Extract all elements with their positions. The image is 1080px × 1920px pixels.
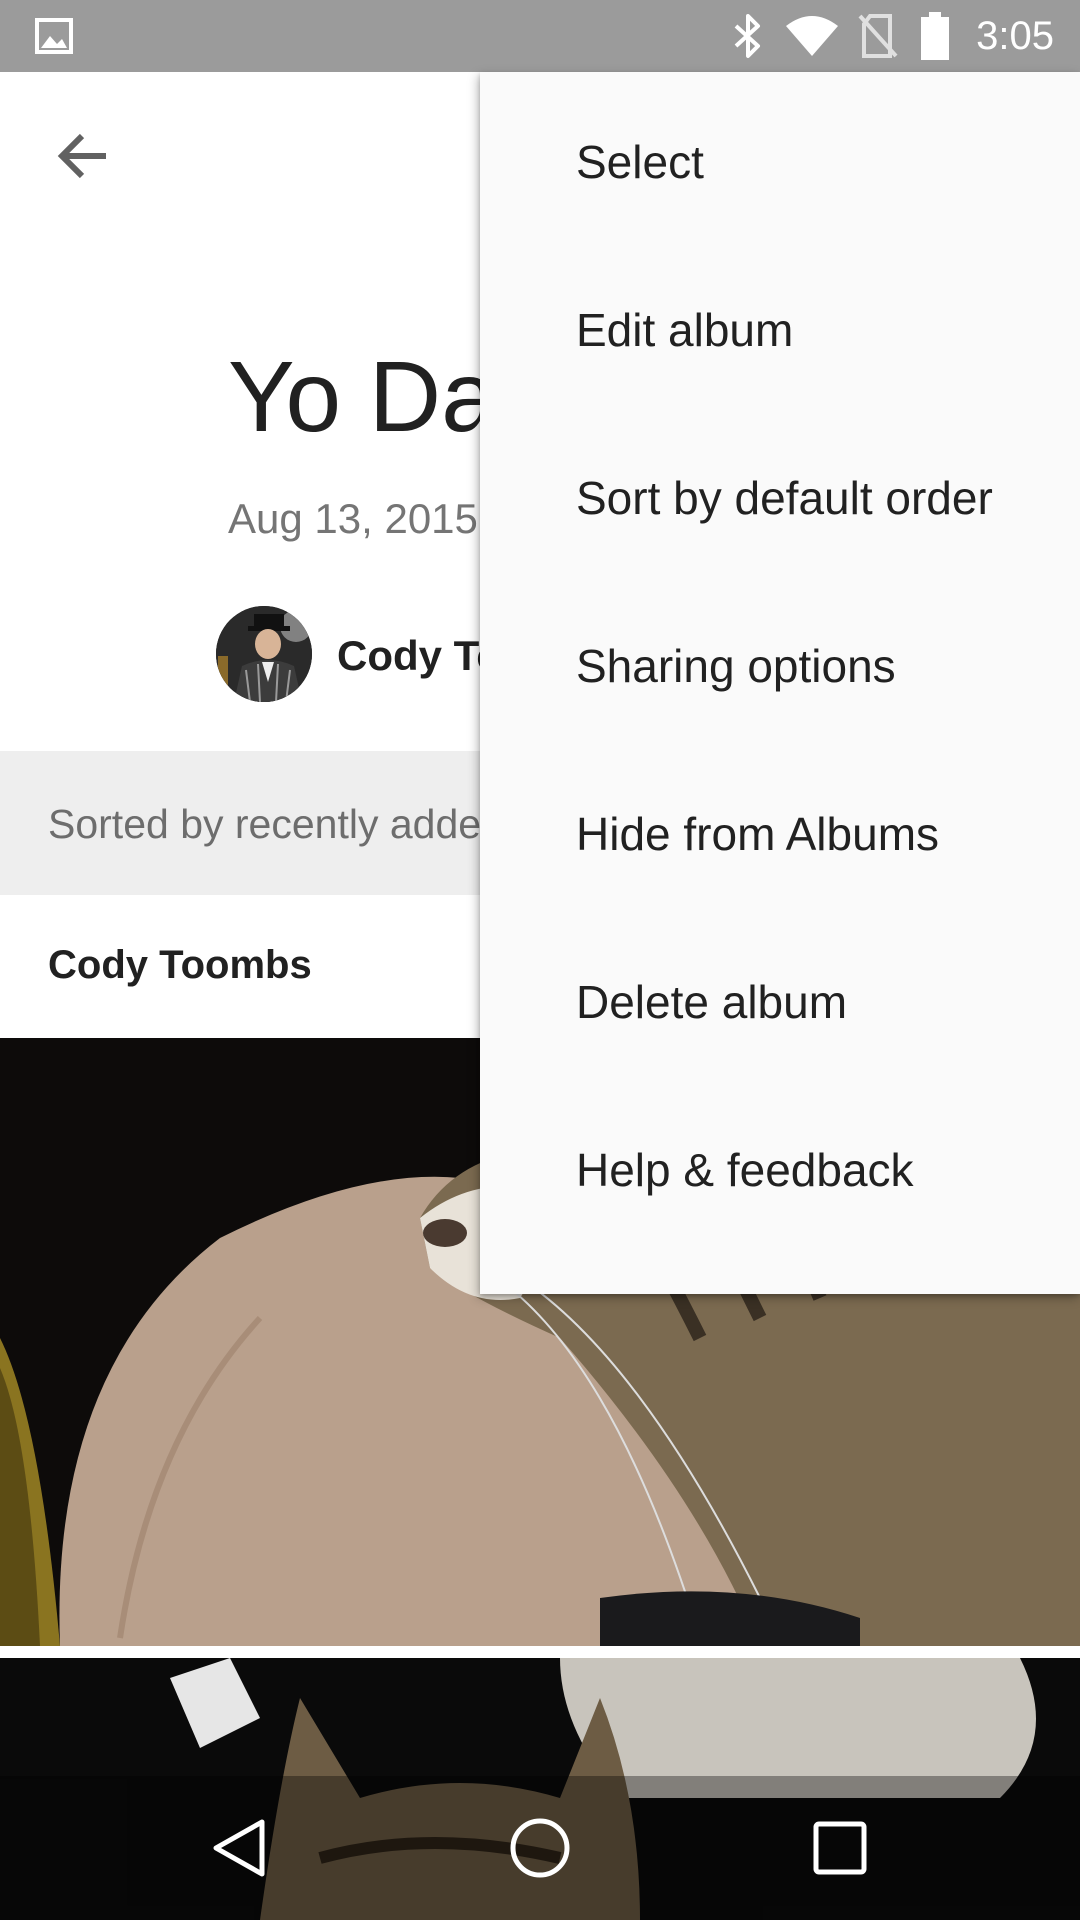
- recents-square-icon: [813, 1821, 867, 1875]
- navigation-bar: [0, 1776, 1080, 1920]
- menu-item-hide-from-albums[interactable]: Hide from Albums: [480, 750, 1080, 918]
- home-circle-icon: [510, 1818, 570, 1878]
- menu-item-edit-album[interactable]: Edit album: [480, 246, 1080, 414]
- battery-icon: [920, 0, 950, 72]
- avatar[interactable]: [216, 606, 312, 702]
- overflow-menu: Select Edit album Sort by default order …: [480, 72, 1080, 1294]
- no-sim-icon: [858, 0, 898, 72]
- nav-recents-button[interactable]: [798, 1806, 882, 1890]
- nav-back-button[interactable]: [198, 1806, 282, 1890]
- image-notification-icon: [34, 0, 74, 72]
- menu-item-sort-default-order[interactable]: Sort by default order: [480, 414, 1080, 582]
- menu-item-select[interactable]: Select: [480, 78, 1080, 246]
- arrow-back-icon: [57, 133, 106, 179]
- nav-home-button[interactable]: [498, 1806, 582, 1890]
- menu-item-delete-album[interactable]: Delete album: [480, 918, 1080, 1086]
- status-bar: 3:05: [0, 0, 1080, 72]
- wifi-icon: [784, 0, 840, 72]
- album-date: Aug 13, 2015: [228, 495, 478, 542]
- status-time: 3:05: [976, 13, 1054, 58]
- bluetooth-icon: [728, 0, 768, 72]
- contributor-name: Cody Toombs: [48, 943, 312, 987]
- back-triangle-icon: [213, 1819, 265, 1877]
- menu-item-help-feedback[interactable]: Help & feedback: [480, 1086, 1080, 1254]
- back-button[interactable]: [40, 112, 128, 200]
- sort-order-label: Sorted by recently added: [48, 801, 504, 847]
- menu-item-sharing-options[interactable]: Sharing options: [480, 582, 1080, 750]
